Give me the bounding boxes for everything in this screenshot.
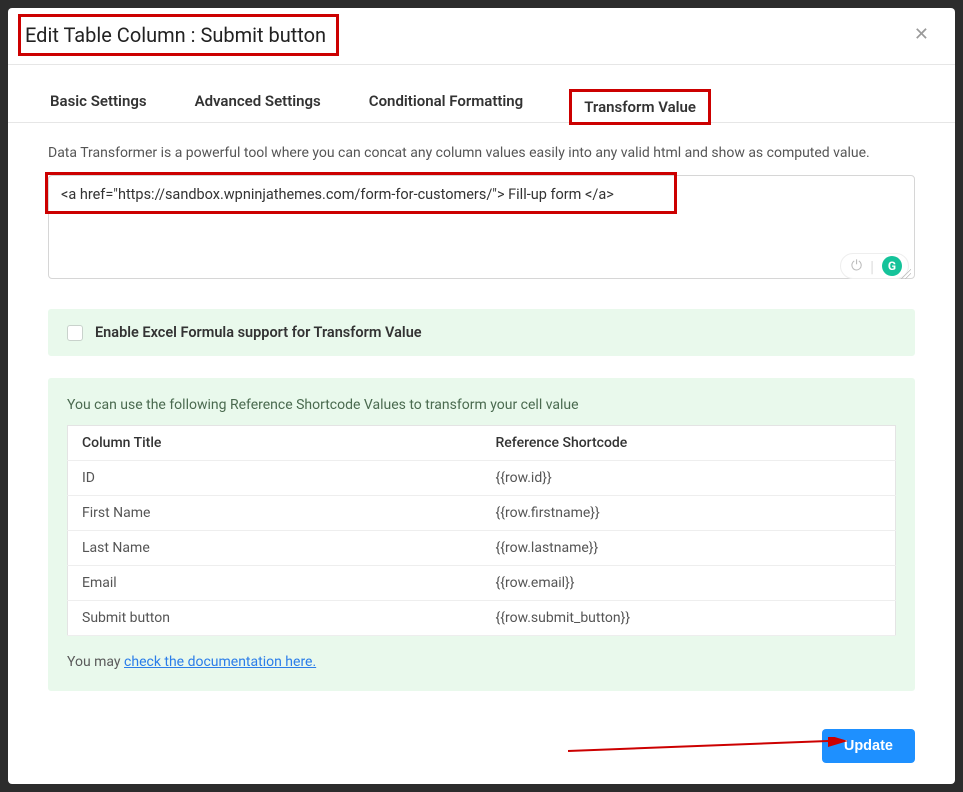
transform-editor[interactable]: [48, 175, 915, 279]
reference-table: Column Title Reference Shortcode ID {{ro…: [67, 425, 896, 636]
editor-wrap: ⏻ | G: [48, 175, 915, 283]
modal-title: Edit Table Column : Submit button: [25, 23, 326, 47]
tab-advanced-settings[interactable]: Advanced Settings: [193, 92, 323, 122]
cell-shortcode: {{row.firstname}}: [482, 496, 896, 531]
cell-title: ID: [68, 461, 482, 496]
modal-header: Edit Table Column : Submit button ✕: [8, 8, 955, 65]
tab-conditional-formatting[interactable]: Conditional Formatting: [367, 92, 525, 122]
grammarly-icon[interactable]: G: [882, 256, 902, 276]
doc-link[interactable]: check the documentation here.: [124, 654, 316, 670]
table-row: Last Name {{row.lastname}}: [68, 531, 896, 566]
modal: Edit Table Column : Submit button ✕ Basi…: [8, 8, 955, 784]
doc-prefix: You may: [67, 654, 124, 670]
cell-title: Email: [68, 566, 482, 601]
col-title-header: Column Title: [68, 426, 482, 461]
excel-formula-checkbox[interactable]: [67, 325, 83, 341]
tab-transform-value[interactable]: Transform Value: [584, 98, 696, 116]
table-row: Email {{row.email}}: [68, 566, 896, 601]
power-icon[interactable]: ⏻: [851, 258, 862, 274]
divider: |: [870, 257, 874, 276]
table-row: Submit button {{row.submit_button}}: [68, 601, 896, 636]
close-icon[interactable]: ✕: [906, 20, 937, 49]
tab-basic-settings[interactable]: Basic Settings: [48, 92, 149, 122]
cell-title: Submit button: [68, 601, 482, 636]
table-row: First Name {{row.firstname}}: [68, 496, 896, 531]
modal-footer: Update: [8, 711, 955, 763]
cell-shortcode: {{row.email}}: [482, 566, 896, 601]
cell-shortcode: {{row.lastname}}: [482, 531, 896, 566]
tab-transform-value-highlight: Transform Value: [569, 89, 711, 125]
annotation-arrow-icon: [568, 737, 848, 757]
excel-formula-label: Enable Excel Formula support for Transfo…: [95, 324, 422, 341]
intro-text: Data Transformer is a powerful tool wher…: [48, 145, 915, 161]
col-shortcode-header: Reference Shortcode: [482, 426, 896, 461]
table-row: ID {{row.id}}: [68, 461, 896, 496]
editor-widget-pill: ⏻ | G: [840, 253, 909, 279]
table-header-row: Column Title Reference Shortcode: [68, 426, 896, 461]
reference-box: You can use the following Reference Shor…: [48, 378, 915, 691]
modal-body: Data Transformer is a powerful tool wher…: [8, 123, 955, 711]
cell-shortcode: {{row.submit_button}}: [482, 601, 896, 636]
cell-title: Last Name: [68, 531, 482, 566]
title-highlight-box: Edit Table Column : Submit button: [18, 14, 339, 56]
excel-formula-row: Enable Excel Formula support for Transfo…: [48, 309, 915, 356]
reference-intro: You can use the following Reference Shor…: [67, 397, 896, 413]
tabs: Basic Settings Advanced Settings Conditi…: [8, 65, 955, 123]
cell-shortcode: {{row.id}}: [482, 461, 896, 496]
cell-title: First Name: [68, 496, 482, 531]
doc-line: You may check the documentation here.: [67, 654, 896, 670]
update-button[interactable]: Update: [822, 729, 915, 763]
